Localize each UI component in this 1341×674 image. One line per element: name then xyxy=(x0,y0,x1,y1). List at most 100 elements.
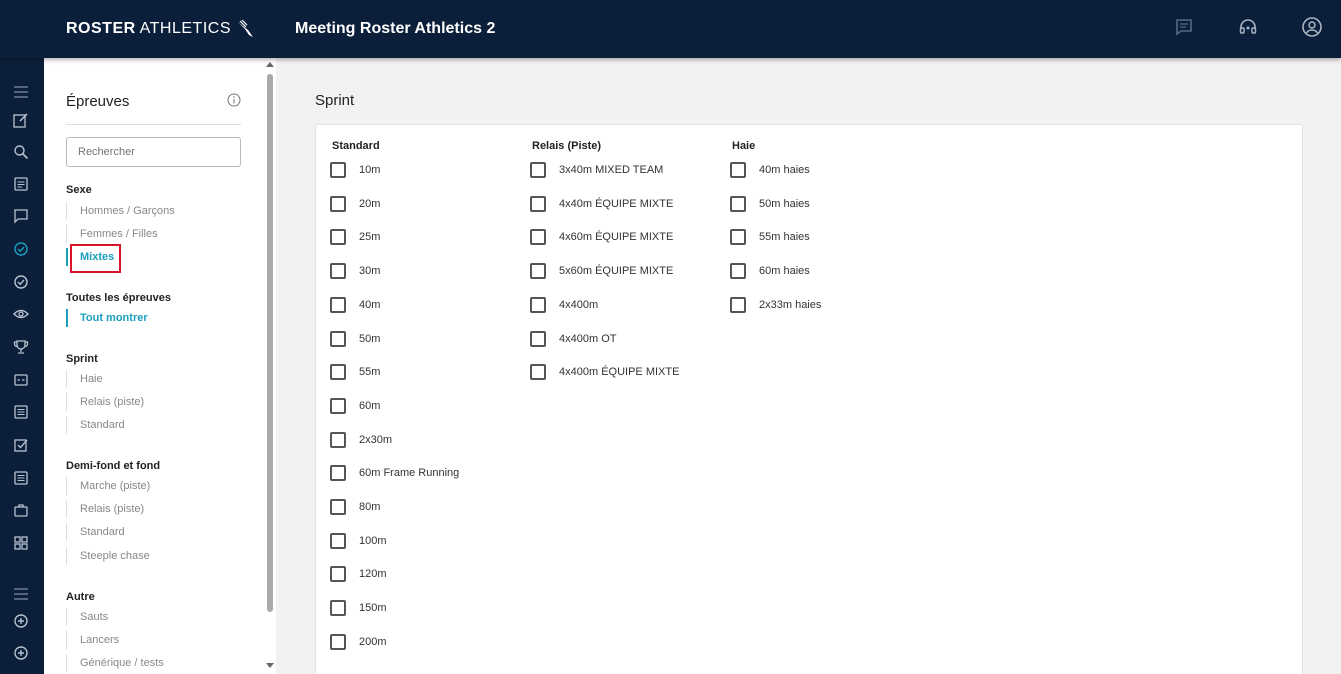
panel-scrollbar[interactable] xyxy=(264,58,276,674)
event-checkbox[interactable] xyxy=(330,331,346,347)
check-circle-icon[interactable] xyxy=(12,240,30,258)
filter-autre-sauts[interactable]: Sauts xyxy=(66,608,108,626)
event-checkbox-row[interactable]: 3x40m MIXED TEAM xyxy=(530,161,663,179)
filter-demi-fond-steeple[interactable]: Steeple chase xyxy=(66,547,150,565)
event-checkbox-row[interactable]: 40m haies xyxy=(730,161,810,179)
list-icon[interactable] xyxy=(12,175,30,193)
event-checkbox-row[interactable]: 4x40m ÉQUIPE MIXTE xyxy=(530,195,673,213)
search-input[interactable] xyxy=(66,137,241,167)
event-checkbox[interactable] xyxy=(730,297,746,313)
event-checkbox-row[interactable]: 5x60m ÉQUIPE MIXTE xyxy=(530,262,673,280)
event-checkbox[interactable] xyxy=(330,196,346,212)
add-circle-icon[interactable] xyxy=(12,644,30,662)
check-circle-outline-icon[interactable] xyxy=(12,273,30,291)
event-checkbox[interactable] xyxy=(330,634,346,650)
filter-sprint-relais[interactable]: Relais (piste) xyxy=(66,393,144,411)
filter-tout-montrer[interactable]: Tout montrer xyxy=(66,309,148,327)
filter-autre-generique[interactable]: Générique / tests xyxy=(66,654,164,672)
event-checkbox-row[interactable]: 55m xyxy=(330,363,380,381)
edit-icon[interactable] xyxy=(12,111,30,129)
event-checkbox[interactable] xyxy=(530,196,546,212)
event-checkbox-label: 100m xyxy=(359,535,387,547)
event-checkbox-row[interactable]: 25m xyxy=(330,228,380,246)
message-icon[interactable] xyxy=(12,207,30,225)
event-checkbox-row[interactable]: 2x33m haies xyxy=(730,296,821,314)
event-checkbox-label: 40m xyxy=(359,299,381,311)
event-checkbox[interactable] xyxy=(330,566,346,582)
scroll-thumb[interactable] xyxy=(267,74,273,612)
event-checkbox-row[interactable]: 150m xyxy=(330,599,387,617)
filter-demi-fond-marche[interactable]: Marche (piste) xyxy=(66,477,150,495)
filter-sprint-standard[interactable]: Standard xyxy=(66,416,125,434)
event-checkbox-row[interactable]: 60m haies xyxy=(730,262,810,280)
account-icon[interactable] xyxy=(1301,16,1323,38)
event-checkbox-label: 25m xyxy=(359,231,381,243)
event-checkbox[interactable] xyxy=(530,331,546,347)
grid-icon[interactable] xyxy=(12,534,30,552)
event-checkbox-row[interactable]: 10m xyxy=(330,161,380,179)
event-checkbox-label: 50m haies xyxy=(759,198,810,210)
event-checkbox[interactable] xyxy=(330,229,346,245)
briefcase-icon[interactable] xyxy=(12,501,30,519)
document-icon[interactable] xyxy=(12,469,30,487)
event-checkbox-row[interactable]: 20m xyxy=(330,195,380,213)
event-checkbox[interactable] xyxy=(330,364,346,380)
menu-icon[interactable] xyxy=(12,585,30,603)
event-checkbox[interactable] xyxy=(330,162,346,178)
chat-icon[interactable] xyxy=(1173,16,1195,38)
checkbox-icon[interactable] xyxy=(12,436,30,454)
event-checkbox[interactable] xyxy=(330,297,346,313)
filter-autre-lancers[interactable]: Lancers xyxy=(66,631,119,649)
filter-sprint-haie[interactable]: Haie xyxy=(66,370,103,388)
event-checkbox-row[interactable]: 60m Frame Running xyxy=(330,464,459,482)
filter-demi-fond-standard[interactable]: Standard xyxy=(66,523,125,541)
event-checkbox-row[interactable]: 200m xyxy=(330,633,387,651)
filter-femmes[interactable]: Femmes / Filles xyxy=(66,225,158,243)
filter-hommes[interactable]: Hommes / Garçons xyxy=(66,202,175,220)
event-checkbox[interactable] xyxy=(730,263,746,279)
trophy-icon[interactable] xyxy=(12,338,30,356)
scroll-down-arrow-icon[interactable] xyxy=(266,663,274,668)
event-checkbox-row[interactable]: 4x400m xyxy=(530,296,598,314)
event-checkbox-label: 60m Frame Running xyxy=(359,467,460,479)
event-checkbox[interactable] xyxy=(330,398,346,414)
event-checkbox[interactable] xyxy=(330,263,346,279)
event-checkbox-row[interactable]: 4x400m ÉQUIPE MIXTE xyxy=(530,363,679,381)
support-headset-icon[interactable] xyxy=(1237,16,1259,38)
menu-icon[interactable] xyxy=(12,83,30,101)
event-checkbox-row[interactable]: 50m haies xyxy=(730,195,810,213)
event-checkbox[interactable] xyxy=(730,162,746,178)
event-checkbox[interactable] xyxy=(330,465,346,481)
event-checkbox[interactable] xyxy=(530,263,546,279)
filter-demi-fond-relais[interactable]: Relais (piste) xyxy=(66,500,144,518)
event-checkbox-row[interactable]: 100m xyxy=(330,532,387,550)
event-checkbox[interactable] xyxy=(330,600,346,616)
event-checkbox[interactable] xyxy=(730,229,746,245)
event-checkbox[interactable] xyxy=(530,364,546,380)
event-checkbox-row[interactable]: 2x30m xyxy=(330,431,392,449)
event-checkbox-row[interactable]: 55m haies xyxy=(730,228,810,246)
event-checkbox-row[interactable]: 30m xyxy=(330,262,380,280)
event-checkbox[interactable] xyxy=(330,432,346,448)
event-checkbox-row[interactable]: 50m xyxy=(330,330,380,348)
event-checkbox-row[interactable]: 4x60m ÉQUIPE MIXTE xyxy=(530,228,673,246)
eye-icon[interactable] xyxy=(12,305,30,323)
event-checkbox-row[interactable]: 80m xyxy=(330,498,380,516)
event-checkbox[interactable] xyxy=(530,229,546,245)
search-icon[interactable] xyxy=(12,143,30,161)
event-checkbox[interactable] xyxy=(330,499,346,515)
scroll-up-arrow-icon[interactable] xyxy=(266,62,274,67)
brand-logo[interactable]: ROSTER ATHLETICS xyxy=(66,19,255,39)
info-icon[interactable] xyxy=(227,93,241,107)
add-circle-icon[interactable] xyxy=(12,612,30,630)
newspaper-icon[interactable] xyxy=(12,403,30,421)
event-checkbox-row[interactable]: 120m xyxy=(330,565,387,583)
scoreboard-icon[interactable] xyxy=(12,371,30,389)
event-checkbox-row[interactable]: 60m xyxy=(330,397,380,415)
event-checkbox[interactable] xyxy=(730,196,746,212)
event-checkbox-row[interactable]: 4x400m OT xyxy=(530,330,616,348)
event-checkbox[interactable] xyxy=(530,297,546,313)
event-checkbox-row[interactable]: 40m xyxy=(330,296,380,314)
event-checkbox[interactable] xyxy=(330,533,346,549)
event-checkbox[interactable] xyxy=(530,162,546,178)
